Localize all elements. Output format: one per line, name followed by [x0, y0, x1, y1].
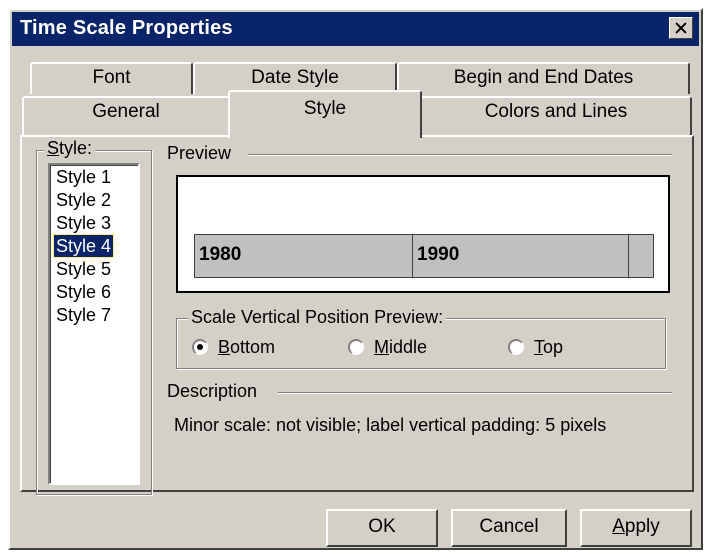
tab-general-label: General: [92, 101, 160, 122]
tab-style[interactable]: Style: [228, 90, 422, 138]
radio-bottom-rest: ottom: [230, 337, 276, 357]
style-list-item[interactable]: Style 6: [54, 281, 113, 303]
apply-button-rest: pply: [624, 516, 660, 537]
preview-box: 1980 1990: [176, 175, 670, 293]
description-text: Minor scale: not visible; label vertical…: [174, 415, 607, 435]
radio-top[interactable]: Top: [508, 337, 588, 361]
title-bar[interactable]: Time Scale Properties: [12, 12, 699, 46]
tab-style-label: Style: [303, 98, 347, 119]
scale-position-label: Scale Vertical Position Preview:: [188, 307, 447, 328]
preview-separator: [248, 154, 672, 156]
radio-middle-label: Middle: [374, 337, 427, 358]
style-list-item[interactable]: Style 1: [54, 166, 113, 188]
tab-colors-and-lines[interactable]: Colors and Lines: [420, 96, 692, 136]
close-icon[interactable]: [669, 17, 693, 39]
style-listbox[interactable]: Style 1 Style 2 Style 3 Style 4 Style 5 …: [48, 163, 140, 485]
cancel-button[interactable]: Cancel: [451, 509, 567, 547]
radio-middle[interactable]: Middle: [348, 337, 458, 361]
style-tab-panel: Style: Style 1 Style 2 Style 3 Style 4 S…: [20, 135, 694, 495]
apply-accesskey: A: [612, 516, 625, 537]
radio-bottom-accesskey: B: [218, 337, 231, 357]
radio-middle-accesskey: M: [374, 337, 389, 357]
radio-bottom-label: Bottom: [218, 337, 275, 358]
ok-button[interactable]: OK: [326, 509, 438, 547]
time-scale-properties-dialog: Time Scale Properties Font Date Style Be…: [8, 8, 703, 550]
style-label-rest: tyle:: [59, 138, 93, 158]
description-separator: [278, 392, 672, 394]
scale-label-1980: 1980: [195, 235, 413, 277]
radio-top-label: Top: [534, 337, 563, 358]
radio-middle-indicator[interactable]: [348, 339, 364, 355]
style-list-item-selected[interactable]: Style 4: [52, 234, 115, 258]
tab-font[interactable]: Font: [30, 62, 193, 94]
radio-top-rest: op: [543, 337, 564, 357]
radio-top-indicator[interactable]: [508, 339, 524, 355]
apply-button[interactable]: Apply: [580, 509, 692, 547]
tab-colors-and-lines-label: Colors and Lines: [484, 101, 628, 122]
style-label-accesskey: S: [47, 138, 60, 158]
style-list-item[interactable]: Style 5: [54, 258, 113, 280]
cancel-button-label: Cancel: [479, 516, 539, 537]
tab-general[interactable]: General: [22, 96, 230, 136]
time-scale-bar: 1980 1990: [194, 234, 654, 278]
style-list-item[interactable]: Style 2: [54, 189, 113, 211]
style-list-item[interactable]: Style 7: [54, 304, 113, 326]
scale-label-1990: 1990: [413, 235, 629, 277]
tab-begin-end-dates-label: Begin and End Dates: [453, 67, 634, 88]
radio-bottom-indicator[interactable]: [192, 339, 208, 355]
style-list-item[interactable]: Style 3: [54, 212, 113, 234]
ok-button-label: OK: [368, 516, 396, 537]
tab-font-label: Font: [92, 67, 131, 88]
radio-bottom[interactable]: Bottom: [192, 337, 302, 361]
radio-top-accesskey: T: [534, 337, 543, 357]
tab-date-style-label: Date Style: [251, 67, 339, 88]
tab-begin-end-dates[interactable]: Begin and End Dates: [397, 62, 690, 94]
radio-middle-rest: iddle: [389, 337, 428, 357]
style-group-label: Style:: [44, 138, 96, 159]
description-label: Description: [164, 381, 261, 402]
preview-label: Preview: [164, 143, 235, 164]
window-title: Time Scale Properties: [20, 17, 233, 39]
